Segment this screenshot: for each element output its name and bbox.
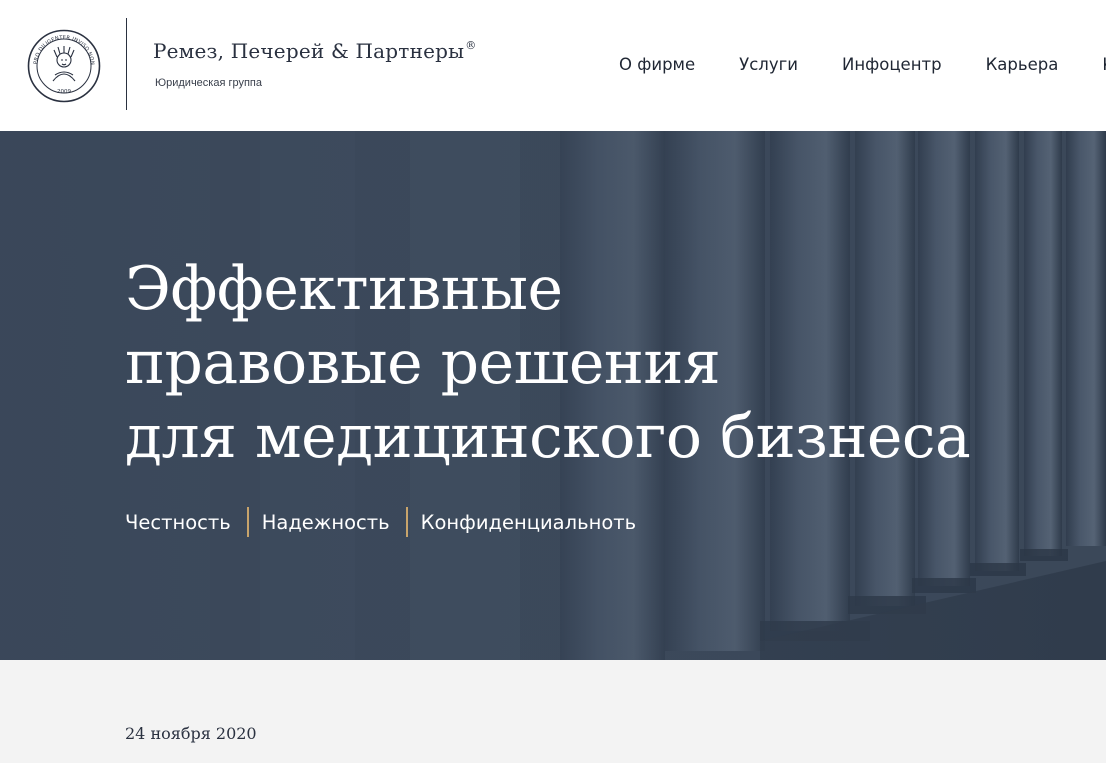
brand-tagline: Юридическая группа xyxy=(155,77,263,89)
hero-title-line-2: правовые решения xyxy=(125,328,721,398)
logo-divider xyxy=(126,18,127,110)
hero-banner: Эффективные правовые решения для медицин… xyxy=(0,131,1106,660)
nav-item-infocenter[interactable]: Инфоцентр xyxy=(842,55,942,74)
article-section: 24 ноября 2020 xyxy=(0,660,1106,763)
nav-item-career[interactable]: Карьера xyxy=(986,55,1059,74)
svg-text:PRO DILIGENTER INVISO NON DETA: PRO DILIGENTER INVISO NON DETAILIS xyxy=(27,29,95,67)
brand-name-text: Ремез, Печерей & Партнеры xyxy=(153,39,465,63)
value-separator xyxy=(405,507,408,537)
registered-mark: ® xyxy=(465,39,477,52)
hero-title-line-3: для медицинского бизнеса xyxy=(125,402,971,472)
svg-text:2009: 2009 xyxy=(57,89,71,95)
main-nav: О фирме Услуги Инфоцентр Карьера Ко xyxy=(619,55,1106,74)
values-list: Честность Надежность Конфиденциальноть xyxy=(125,507,636,537)
value-separator xyxy=(246,507,249,537)
article-date: 24 ноября 2020 xyxy=(125,724,257,743)
value-confidentiality: Конфиденциальноть xyxy=(420,510,637,534)
nav-item-services[interactable]: Услуги xyxy=(739,55,798,74)
hero-title: Эффективные правовые решения для медицин… xyxy=(125,252,971,474)
value-honesty: Честность xyxy=(125,510,231,534)
nav-item-about[interactable]: О фирме xyxy=(619,55,695,74)
site-header: PRO DILIGENTER INVISO NON DETAILIS 2009 … xyxy=(0,0,1106,131)
nav-item-contacts[interactable]: Ко xyxy=(1102,55,1106,74)
value-reliability: Надежность xyxy=(261,510,390,534)
firm-seal-logo-icon[interactable]: PRO DILIGENTER INVISO NON DETAILIS 2009 xyxy=(27,29,101,103)
hero-title-line-1: Эффективные xyxy=(125,254,563,324)
brand-name[interactable]: Ремез, Печерей & Партнеры® xyxy=(153,39,476,63)
